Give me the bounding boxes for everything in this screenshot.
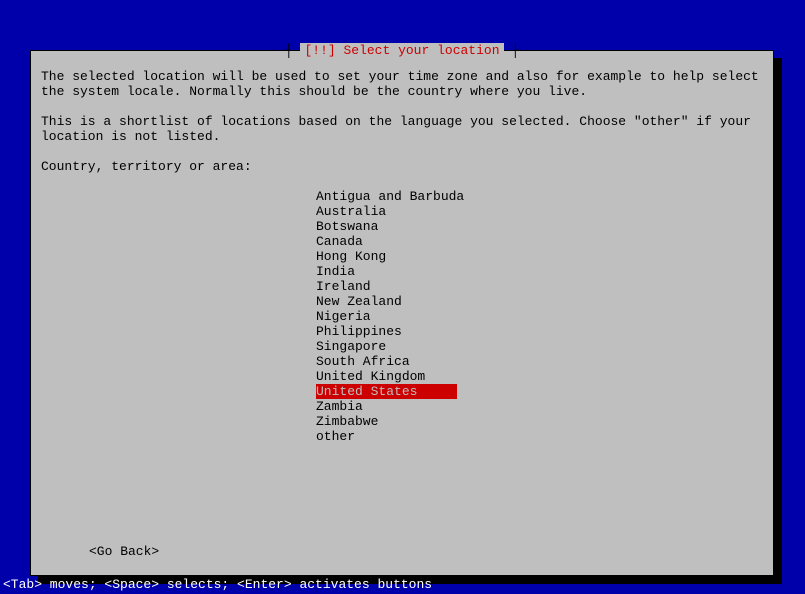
- list-item[interactable]: New Zealand: [316, 294, 763, 309]
- footer-help-text: <Tab> moves; <Space> selects; <Enter> ac…: [3, 577, 432, 592]
- title-dash-left: ┤: [285, 43, 301, 58]
- list-item[interactable]: Ireland: [316, 279, 763, 294]
- list-item[interactable]: Canada: [316, 234, 763, 249]
- location-list[interactable]: Antigua and BarbudaAustraliaBotswanaCana…: [316, 189, 763, 444]
- list-item[interactable]: Hong Kong: [316, 249, 763, 264]
- list-item[interactable]: South Africa: [316, 354, 763, 369]
- list-item[interactable]: United States: [316, 384, 457, 399]
- list-item[interactable]: Nigeria: [316, 309, 763, 324]
- list-item[interactable]: Singapore: [316, 339, 763, 354]
- go-back-button[interactable]: <Go Back>: [89, 544, 159, 559]
- list-item[interactable]: Botswana: [316, 219, 763, 234]
- dialog-title-row: ┤ [!!] Select your location ├: [31, 43, 773, 58]
- selection-prompt: Country, territory or area:: [41, 159, 763, 174]
- list-item[interactable]: Antigua and Barbuda: [316, 189, 763, 204]
- title-dash-right: ├: [504, 43, 520, 58]
- description-paragraph-2: This is a shortlist of locations based o…: [41, 114, 763, 144]
- list-item[interactable]: Zimbabwe: [316, 414, 763, 429]
- list-item[interactable]: India: [316, 264, 763, 279]
- list-item[interactable]: Australia: [316, 204, 763, 219]
- list-item[interactable]: Philippines: [316, 324, 763, 339]
- location-dialog: ┤ [!!] Select your location ├ The select…: [30, 50, 774, 576]
- list-item[interactable]: United Kingdom: [316, 369, 763, 384]
- dialog-title: [!!] Select your location: [300, 43, 503, 58]
- list-item[interactable]: Zambia: [316, 399, 763, 414]
- list-item[interactable]: other: [316, 429, 763, 444]
- description-paragraph-1: The selected location will be used to se…: [41, 69, 763, 99]
- dialog-content: The selected location will be used to se…: [31, 51, 773, 454]
